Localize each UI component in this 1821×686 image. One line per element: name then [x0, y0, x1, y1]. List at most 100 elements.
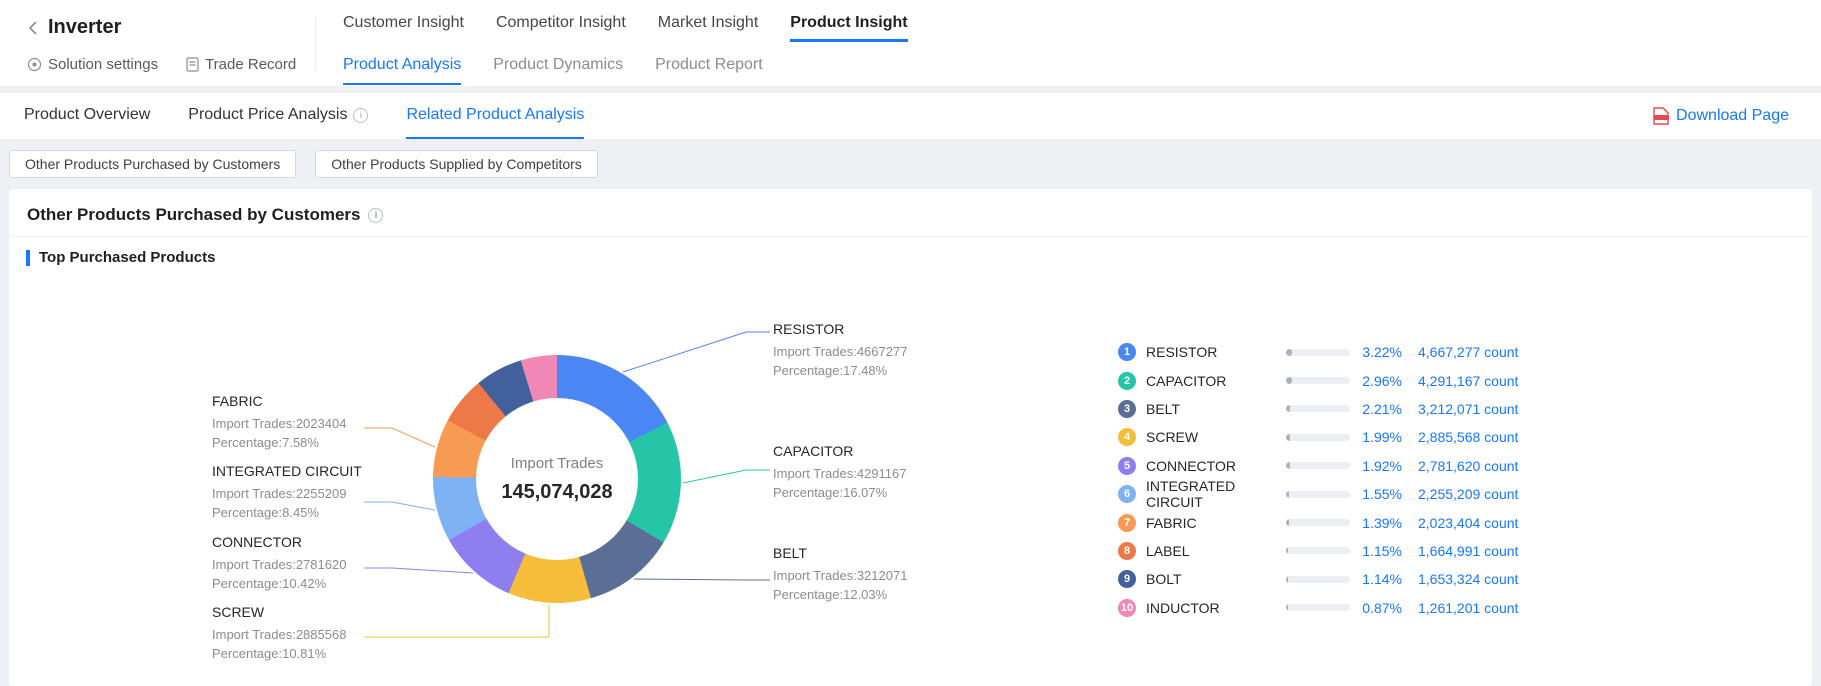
trade-count: 1,664,991 count [1418, 543, 1558, 559]
tab-related-product-analysis[interactable]: Related Product Analysis [406, 93, 584, 139]
rank-badge: 9 [1118, 570, 1136, 588]
panel-divider [9, 236, 1812, 237]
share-percent: 3.22% [1356, 344, 1402, 360]
donut-chart-area: Import Trades 145,074,028 RESISTOR Impor… [9, 280, 1812, 686]
donut-label-screw: SCREW Import Trades:2885568 Percentage:1… [212, 603, 346, 663]
rank-badge: 7 [1118, 514, 1136, 532]
donut-label-belt: BELT Import Trades:3212071 Percentage:12… [773, 544, 907, 604]
top-products-ranking: 1 RESISTOR 3.22% 4,667,277 count 2 CAPAC… [1108, 338, 1558, 622]
donut-center: Import Trades 145,074,028 [476, 398, 638, 560]
download-page-button[interactable]: Download Page [1653, 93, 1789, 139]
share-percent: 1.15% [1356, 543, 1402, 559]
toggle-supplied-by-competitors[interactable]: Other Products Supplied by Competitors [315, 150, 598, 178]
product-name: FABRIC [1146, 515, 1286, 531]
share-percent: 2.21% [1356, 401, 1402, 417]
rank-badge: 3 [1118, 400, 1136, 418]
product-name: CAPACITOR [1146, 373, 1286, 389]
settings-icon [27, 57, 42, 72]
product-name: BOLT [1146, 571, 1286, 587]
share-percent: 1.14% [1356, 571, 1402, 587]
share-bar [1286, 349, 1350, 356]
trade-count: 1,653,324 count [1418, 571, 1558, 587]
product-name: RESISTOR [1146, 344, 1286, 360]
donut-label-fabric: FABRIC Import Trades:2023404 Percentage:… [212, 392, 346, 452]
tab-competitor-insight[interactable]: Competitor Insight [496, 14, 626, 42]
rank-badge: 2 [1118, 372, 1136, 390]
ranking-row[interactable]: 9 BOLT 1.14% 1,653,324 count [1108, 565, 1558, 593]
share-bar [1286, 491, 1350, 498]
ranking-row[interactable]: 4 SCREW 1.99% 2,885,568 count [1108, 423, 1558, 451]
share-bar [1286, 519, 1350, 526]
share-bar [1286, 405, 1350, 412]
product-name: LABEL [1146, 543, 1286, 559]
tab-customer-insight[interactable]: Customer Insight [343, 14, 464, 42]
ranking-row[interactable]: 10 INDUCTOR 0.87% 1,261,201 count [1108, 594, 1558, 622]
document-icon [186, 57, 199, 72]
trade-record-link[interactable]: Trade Record [186, 56, 296, 73]
share-bar [1286, 377, 1350, 384]
rank-badge: 8 [1118, 542, 1136, 560]
share-bar [1286, 462, 1350, 469]
tab-product-insight[interactable]: Product Insight [790, 14, 907, 42]
share-bar [1286, 434, 1350, 441]
pdf-icon [1653, 107, 1669, 125]
ranking-row[interactable]: 8 LABEL 1.15% 1,664,991 count [1108, 537, 1558, 565]
share-percent: 2.96% [1356, 373, 1402, 389]
info-icon[interactable] [368, 208, 383, 223]
trade-count: 4,291,167 count [1418, 373, 1558, 389]
trade-count: 3,212,071 count [1418, 401, 1558, 417]
ranking-row[interactable]: 6 INTEGRATED CIRCUIT 1.55% 2,255,209 cou… [1108, 480, 1558, 508]
product-name: SCREW [1146, 429, 1286, 445]
ranking-row[interactable]: 1 RESISTOR 3.22% 4,667,277 count [1108, 338, 1558, 366]
share-bar [1286, 604, 1350, 611]
section-title: Top Purchased Products [39, 249, 215, 266]
rank-badge: 6 [1118, 485, 1136, 503]
trade-count: 2,885,568 count [1418, 429, 1558, 445]
share-percent: 1.39% [1356, 515, 1402, 531]
donut-center-label: Import Trades [511, 455, 604, 472]
product-name: BELT [1146, 401, 1286, 417]
ranking-row[interactable]: 5 CONNECTOR 1.92% 2,781,620 count [1108, 452, 1558, 480]
solution-settings-link[interactable]: Solution settings [27, 56, 158, 73]
header-divider [315, 17, 316, 70]
ranking-row[interactable]: 2 CAPACITOR 2.96% 4,291,167 count [1108, 366, 1558, 394]
subtab-product-dynamics[interactable]: Product Dynamics [493, 56, 623, 85]
rank-badge: 10 [1118, 599, 1136, 617]
product-name: INTEGRATED CIRCUIT [1146, 478, 1286, 510]
product-name: INDUCTOR [1146, 600, 1286, 616]
rank-badge: 4 [1118, 428, 1136, 446]
tab-product-price-analysis[interactable]: Product Price Analysis [188, 93, 368, 139]
analysis-nav-bar: Product Overview Product Price Analysis … [0, 93, 1821, 139]
rank-badge: 5 [1118, 457, 1136, 475]
trade-count: 1,261,201 count [1418, 600, 1558, 616]
trade-count: 4,667,277 count [1418, 344, 1558, 360]
panel-title: Other Products Purchased by Customers [27, 205, 360, 225]
product-insight-subtabs: Product Analysis Product Dynamics Produc… [343, 56, 763, 85]
insight-tabs: Customer Insight Competitor Insight Mark… [343, 14, 908, 42]
tab-market-insight[interactable]: Market Insight [658, 14, 758, 42]
trade-count: 2,781,620 count [1418, 458, 1558, 474]
donut-center-value: 145,074,028 [501, 481, 612, 504]
donut-label-capacitor: CAPACITOR Import Trades:4291167 Percenta… [773, 442, 906, 502]
donut-label-integrated-circuit: INTEGRATED CIRCUIT Import Trades:2255209… [212, 462, 362, 522]
trade-count: 2,255,209 count [1418, 486, 1558, 502]
share-percent: 1.55% [1356, 486, 1402, 502]
ranking-row[interactable]: 7 FABRIC 1.39% 2,023,404 count [1108, 508, 1558, 536]
donut-label-connector: CONNECTOR Import Trades:2781620 Percenta… [212, 533, 346, 593]
other-products-panel: Other Products Purchased by Customers To… [9, 189, 1812, 686]
share-percent: 0.87% [1356, 600, 1402, 616]
tab-product-overview[interactable]: Product Overview [24, 93, 150, 139]
rank-badge: 1 [1118, 343, 1136, 361]
info-icon[interactable] [353, 108, 368, 123]
ranking-row[interactable]: 3 BELT 2.21% 3,212,071 count [1108, 395, 1558, 423]
top-header: Inverter Solution settings Trade Record … [0, 0, 1821, 86]
product-name: CONNECTOR [1146, 458, 1286, 474]
toggle-purchased-by-customers[interactable]: Other Products Purchased by Customers [9, 150, 296, 178]
share-bar [1286, 576, 1350, 583]
subtab-product-analysis[interactable]: Product Analysis [343, 56, 461, 85]
share-percent: 1.92% [1356, 458, 1402, 474]
trade-count: 2,023,404 count [1418, 515, 1558, 531]
subtab-product-report[interactable]: Product Report [655, 56, 763, 85]
back-icon[interactable] [28, 20, 38, 36]
share-percent: 1.99% [1356, 429, 1402, 445]
